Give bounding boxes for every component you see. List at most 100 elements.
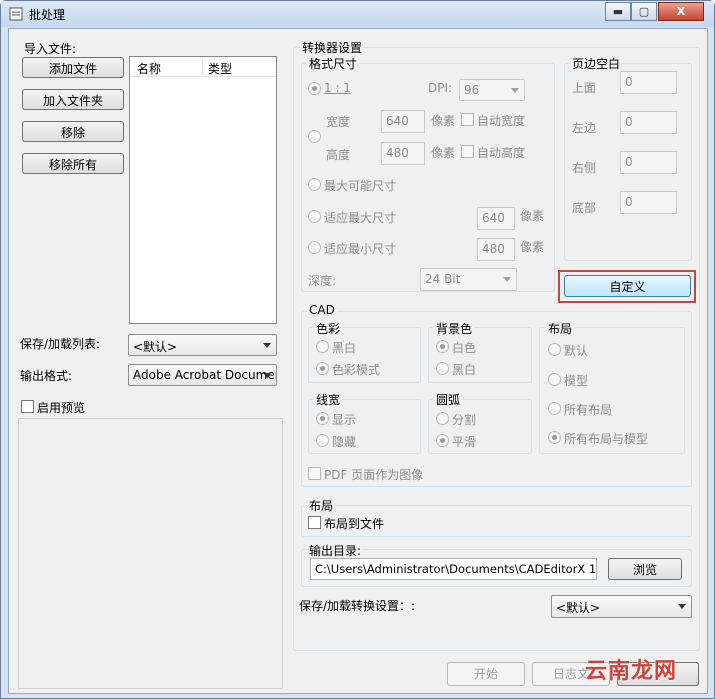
layout-default-radio[interactable] <box>548 343 561 356</box>
color-bw-label: 黑白 <box>332 341 357 355</box>
remove-all-button[interactable]: 移除所有 <box>22 153 124 174</box>
layout-model-radio[interactable] <box>548 373 561 386</box>
arc-smooth-radio[interactable] <box>436 434 449 447</box>
remove-button[interactable]: 移除 <box>22 121 124 142</box>
close-button[interactable]: X <box>658 2 704 21</box>
pdf-as-image-label: PDF 页面作为图像 <box>324 468 424 482</box>
custom-button[interactable]: 自定义 <box>564 275 691 297</box>
layout-all-model-label: 所有布局与模型 <box>564 432 649 446</box>
margin-top-value: 0 <box>625 75 633 89</box>
arc-split-radio[interactable] <box>436 412 449 425</box>
start-button[interactable]: 开始 <box>447 662 525 686</box>
width-input[interactable]: 640 <box>381 110 425 133</box>
layout-to-file-label[interactable]: 布局到文件 <box>324 515 384 532</box>
auto-height-checkbox[interactable] <box>461 145 474 158</box>
lineweight-show-label: 显示 <box>332 413 357 427</box>
preview-area <box>18 418 283 689</box>
file-list[interactable]: 名称 类型 <box>129 56 277 324</box>
fit-min-input[interactable]: 480 <box>477 238 515 261</box>
add-file-button[interactable]: 添加文件 <box>22 57 124 78</box>
layout-model-label: 模型 <box>564 374 589 388</box>
minimize-button[interactable]: ▬ <box>605 2 631 21</box>
fit-max-radio[interactable] <box>308 210 321 223</box>
color-title: 色彩 <box>314 320 343 337</box>
ratio-radio[interactable] <box>308 82 321 95</box>
layout-all-label: 所有布局 <box>564 403 613 417</box>
fit-max-unit: 像素 <box>520 209 545 223</box>
output-format-select[interactable]: Adobe Acrobat Document <box>128 364 277 386</box>
bg-white-radio[interactable] <box>436 340 449 353</box>
pdf-as-image-checkbox[interactable] <box>308 467 321 480</box>
batch-window: 批处理 ▬ ▢ X 导入文件: 添加文件 加入文件夹 移除 移除所有 名称 类型… <box>0 0 715 699</box>
margin-right-label: 右侧 <box>572 161 597 175</box>
auto-width-checkbox[interactable] <box>461 113 474 126</box>
max-possible-label: 最大可能尺寸 <box>324 179 397 193</box>
lineweight-hide-radio[interactable] <box>316 434 329 447</box>
lineweight-hide-label: 隐藏 <box>332 435 357 449</box>
chevron-down-icon <box>263 373 271 378</box>
margin-top-input[interactable]: 0 <box>620 71 677 94</box>
bg-black-radio[interactable] <box>436 362 449 375</box>
import-label: 导入文件: <box>24 42 77 56</box>
color-bw-radio[interactable] <box>316 340 329 353</box>
custom-size-radio[interactable] <box>308 130 321 143</box>
ratio-label: 1 : 1 <box>324 81 351 95</box>
add-folder-button[interactable]: 加入文件夹 <box>22 89 124 110</box>
save-load-list-select[interactable]: <默认> <box>128 334 277 356</box>
output-format-value: Adobe Acrobat Document <box>133 368 277 382</box>
layout-all-radio[interactable] <box>548 402 561 415</box>
width-label: 宽度 <box>326 115 351 129</box>
fit-min-value: 480 <box>482 242 505 256</box>
max-possible-radio[interactable] <box>308 178 321 191</box>
fit-max-input[interactable]: 640 <box>477 207 515 230</box>
layout-default-label: 默认 <box>564 344 589 358</box>
save-load-list-label: 保存/加载列表: <box>20 337 101 351</box>
height-unit: 像素 <box>431 146 456 160</box>
watermark: 云南龙网 <box>585 659 678 684</box>
margins-title: 页边空白 <box>570 55 623 72</box>
margin-left-input[interactable]: 0 <box>620 111 677 134</box>
height-input[interactable]: 480 <box>381 142 425 165</box>
browse-button[interactable]: 浏览 <box>608 558 682 580</box>
lineweight-title: 线宽 <box>314 391 343 408</box>
bg-white-label: 白色 <box>452 341 477 355</box>
maximize-button[interactable]: ▢ <box>631 2 657 21</box>
client-area: 导入文件: 添加文件 加入文件夹 移除 移除所有 名称 类型 保存/加载列表: … <box>8 28 708 694</box>
title-bar[interactable]: 批处理 ▬ ▢ X <box>1 1 714 27</box>
depth-label: 深度: <box>308 274 337 288</box>
layout-section-title: 布局 <box>307 497 336 514</box>
column-name[interactable]: 名称 <box>137 60 161 77</box>
chevron-down-icon <box>511 88 519 93</box>
depth-select[interactable]: 24 Bit <box>420 268 517 291</box>
arc-title: 圆弧 <box>434 391 463 408</box>
column-divider <box>202 59 203 75</box>
arc-split-label: 分割 <box>452 413 477 427</box>
layout-to-file-checkbox[interactable] <box>308 516 321 529</box>
cad-title: CAD <box>307 303 337 317</box>
fit-max-value: 640 <box>482 211 505 225</box>
color-mode-label: 色彩模式 <box>332 363 381 377</box>
fit-min-radio[interactable] <box>308 241 321 254</box>
fit-min-label: 适应最小尺寸 <box>324 242 397 256</box>
column-type[interactable]: 类型 <box>208 60 232 77</box>
cad-layout-title: 布局 <box>546 320 575 337</box>
color-mode-radio[interactable] <box>316 362 329 375</box>
output-dir-input[interactable]: C:\Users\Administrator\Documents\CADEdit… <box>310 558 597 580</box>
save-load-settings-select[interactable]: <默认> <box>551 595 692 618</box>
margin-left-value: 0 <box>625 115 633 129</box>
lineweight-show-radio[interactable] <box>316 412 329 425</box>
margin-right-value: 0 <box>625 155 633 169</box>
dpi-value: 96 <box>464 83 480 97</box>
width-value: 640 <box>386 114 409 128</box>
output-dir-label: 输出目录: <box>307 542 364 559</box>
layout-all-model-radio[interactable] <box>548 431 561 444</box>
margin-bottom-input[interactable]: 0 <box>620 191 677 214</box>
preview-checkbox[interactable] <box>21 400 34 413</box>
save-load-settings-label: 保存/加载转换设置：: <box>299 599 416 613</box>
bg-black-label: 黑白 <box>452 363 477 377</box>
fit-max-label: 适应最大尺寸 <box>324 211 397 225</box>
preview-label[interactable]: 启用预览 <box>37 399 85 416</box>
margin-right-input[interactable]: 0 <box>620 151 677 174</box>
depth-value: 24 Bit <box>425 272 461 286</box>
dpi-select[interactable]: 96 <box>459 79 525 101</box>
